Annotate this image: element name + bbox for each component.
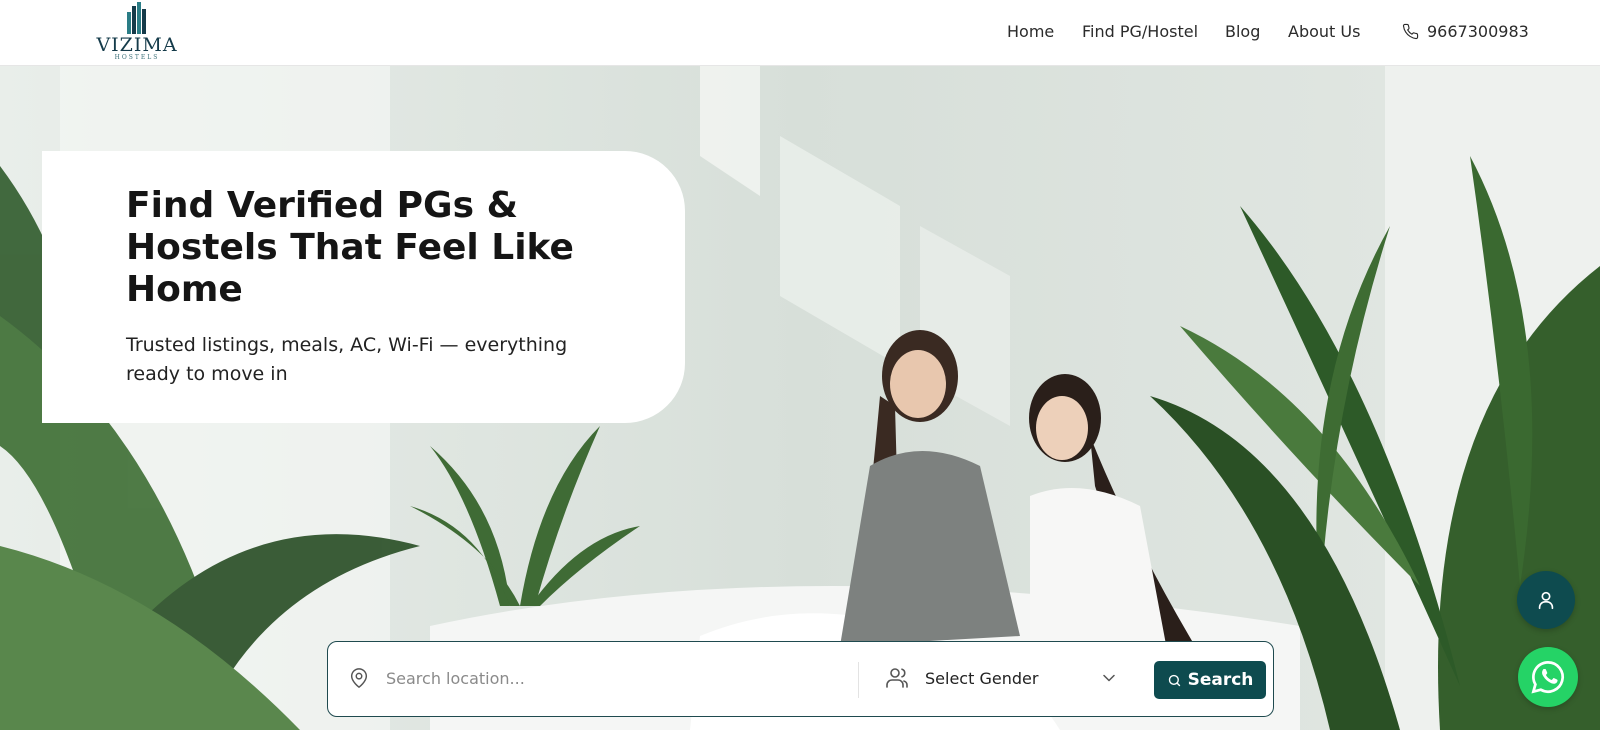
search-button-label: Search: [1187, 670, 1254, 690]
gender-select-label: Select Gender: [925, 668, 1039, 688]
nav-home[interactable]: Home: [1007, 22, 1054, 41]
hero-subtitle: Trusted listings, meals, AC, Wi-Fi — eve…: [126, 334, 568, 385]
phone-icon: [1402, 23, 1419, 40]
map-pin-icon: [350, 668, 368, 688]
users-icon: [886, 668, 908, 688]
nav-find-pg-hostel[interactable]: Find PG/Hostel: [1082, 22, 1198, 41]
logo-building-icon: [127, 2, 146, 34]
search-icon: [1168, 674, 1180, 686]
whatsapp-button[interactable]: [1518, 647, 1578, 707]
chevron-down-icon[interactable]: [1103, 674, 1115, 682]
hero-title: Find Verified PGs & Hostels That Feel Li…: [126, 185, 574, 310]
user-account-button[interactable]: [1517, 571, 1575, 629]
gender-select[interactable]: Select Gender: [885, 666, 1125, 690]
nav-blog[interactable]: Blog: [1225, 22, 1260, 41]
site-header: VIZIMA HOSTELS Home Find PG/Hostel Blog …: [0, 0, 1600, 66]
user-icon: [1538, 591, 1554, 610]
brand-logo[interactable]: VIZIMA HOSTELS: [92, 2, 182, 62]
phone-number: 9667300983: [1427, 22, 1529, 41]
location-field: [348, 666, 848, 690]
brand-name: VIZIMA: [96, 34, 178, 56]
location-search-input[interactable]: [386, 668, 806, 688]
phone-link[interactable]: 9667300983: [1402, 22, 1529, 41]
nav-about-us[interactable]: About Us: [1288, 22, 1360, 41]
search-bar: Select Gender Search: [327, 641, 1274, 717]
hero-text-card: Find Verified PGs & Hostels That Feel Li…: [42, 151, 685, 423]
hero-section: Find Verified PGs & Hostels That Feel Li…: [0, 66, 1600, 730]
search-button[interactable]: Search: [1154, 661, 1266, 699]
whatsapp-icon: [1531, 661, 1564, 694]
search-divider: [858, 662, 859, 698]
